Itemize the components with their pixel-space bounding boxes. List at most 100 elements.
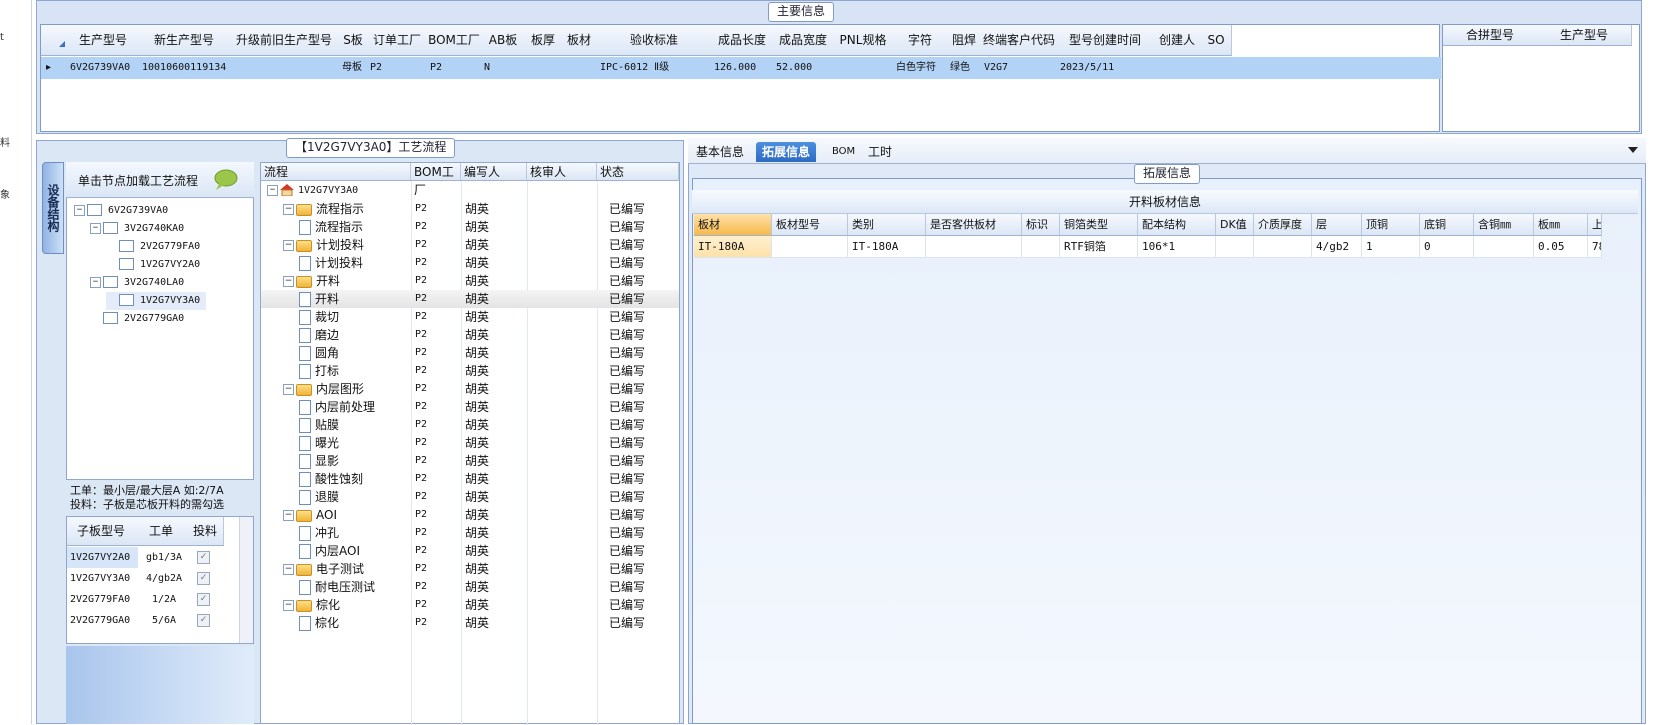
main-col-header[interactable]: 验收标准	[597, 25, 712, 56]
material-cell[interactable]: 0.05	[1534, 236, 1588, 258]
process-col-header[interactable]: BOM工厂	[411, 163, 461, 197]
tab-work-hours[interactable]: 工时	[862, 142, 898, 162]
process-col-header[interactable]: 流程	[261, 163, 411, 181]
sub-model-cell[interactable]: 2V2G779FA0	[67, 589, 138, 610]
main-col-header[interactable]: 创建人	[1153, 25, 1202, 56]
process-row[interactable]: 耐电压测试 P2 胡英 已编写	[261, 578, 679, 596]
process-row[interactable]: 圆角 P2 胡英 已编写	[261, 344, 679, 362]
process-name[interactable]: − 开料	[283, 272, 340, 290]
material-cell[interactable]: 0	[1420, 236, 1474, 258]
process-name[interactable]: 内层AOI	[299, 542, 360, 560]
collapse-icon[interactable]: −	[283, 276, 294, 287]
collapse-icon[interactable]: −	[267, 184, 278, 196]
main-cell[interactable]: P2	[427, 57, 484, 79]
process-name[interactable]: 退膜	[299, 488, 339, 506]
material-col-header[interactable]: 含铜㎜	[1474, 214, 1534, 236]
process-row[interactable]: − 内层图形 P2 胡英 已编写	[261, 380, 679, 398]
collapse-icon[interactable]: −	[74, 204, 85, 216]
material-col-header[interactable]: DK值	[1216, 214, 1254, 236]
material-cell[interactable]: 1	[1362, 236, 1420, 258]
main-col-header[interactable]: 终端客户代码	[981, 25, 1058, 56]
process-name[interactable]: 耐电压测试	[299, 578, 375, 596]
material-col-header[interactable]: 标识	[1022, 214, 1060, 236]
process-row[interactable]: 内层AOI P2 胡英 已编写	[261, 542, 679, 560]
dropdown-arrow-icon[interactable]	[1628, 147, 1638, 155]
sub-col-header[interactable]: 子板型号	[67, 517, 136, 546]
merge-col-header[interactable]: 合拼型号	[1443, 25, 1538, 46]
process-row[interactable]: 冲孔 P2 胡英 已编写	[261, 524, 679, 542]
feed-checkbox[interactable]: ✓	[197, 593, 210, 606]
process-name[interactable]: − 流程指示	[283, 200, 364, 218]
material-cell[interactable]: RTF铜箔	[1060, 236, 1138, 258]
merge-col-header[interactable]: 生产型号	[1537, 25, 1632, 46]
material-col-header[interactable]: 配本结构	[1138, 214, 1216, 236]
process-row[interactable]: − AOI P2 胡英 已编写	[261, 506, 679, 524]
grid-corner[interactable]	[41, 25, 68, 56]
process-row[interactable]: 退膜 P2 胡英 已编写	[261, 488, 679, 506]
collapse-icon[interactable]: −	[283, 384, 294, 395]
main-cell[interactable]: 10010600119134	[139, 57, 232, 79]
process-col-header[interactable]: 状态	[597, 163, 679, 181]
material-col-header[interactable]: 介质厚度	[1254, 214, 1312, 236]
process-name[interactable]: 开料	[299, 290, 339, 308]
vertical-tab-structure[interactable]: 设备结构	[42, 162, 64, 254]
main-cell[interactable]: N	[481, 57, 528, 79]
collapse-icon[interactable]: −	[283, 564, 294, 575]
material-cell[interactable]	[926, 236, 1022, 258]
collapse-icon[interactable]: −	[90, 276, 101, 288]
main-cell[interactable]: 母板	[339, 57, 370, 79]
process-name[interactable]: − 电子测试	[283, 560, 364, 578]
material-cell[interactable]: IT-180A	[848, 236, 926, 258]
material-cell[interactable]	[1022, 236, 1060, 258]
material-col-header[interactable]: 顶铜	[1362, 214, 1420, 236]
main-col-header[interactable]: 生产型号	[67, 25, 140, 56]
process-row[interactable]: 裁切 P2 胡英 已编写	[261, 308, 679, 326]
chat-bubble-icon[interactable]	[212, 168, 240, 192]
main-col-header[interactable]: S板	[339, 25, 368, 56]
process-name[interactable]: 显影	[299, 452, 339, 470]
main-col-header[interactable]: 阻焊	[947, 25, 982, 56]
tab-bom[interactable]: BOM	[826, 142, 861, 162]
process-row[interactable]: − 计划投料 P2 胡英 已编写	[261, 236, 679, 254]
process-row[interactable]: 流程指示 P2 胡英 已编写	[261, 218, 679, 236]
material-col-header[interactable]: 板材	[694, 214, 772, 236]
main-cell[interactable]: 126.000	[711, 57, 776, 79]
sub-col-header[interactable]: 工单	[135, 517, 188, 546]
material-col-header[interactable]: 底铜	[1420, 214, 1474, 236]
material-cell[interactable]: IT-180A	[694, 236, 772, 258]
process-name[interactable]: 裁切	[299, 308, 339, 326]
main-col-header[interactable]: 板厚	[525, 25, 562, 56]
process-name[interactable]: − 计划投料	[283, 236, 364, 254]
process-row[interactable]: 计划投料 P2 胡英 已编写	[261, 254, 679, 272]
material-col-header[interactable]: 是否客供板材	[926, 214, 1022, 236]
process-name[interactable]: 棕化	[299, 614, 339, 632]
process-row[interactable]: 内层前处理 P2 胡英 已编写	[261, 398, 679, 416]
process-name[interactable]: − 棕化	[283, 596, 340, 614]
material-cell[interactable]: 78	[1588, 236, 1602, 258]
main-col-header[interactable]: 订单工厂	[367, 25, 428, 56]
process-name[interactable]: 流程指示	[299, 218, 363, 236]
tree-node[interactable]: 1V2G7VY3A0	[106, 292, 207, 310]
feed-checkbox[interactable]: ✓	[197, 551, 210, 564]
collapse-icon[interactable]: −	[283, 240, 294, 251]
main-cell[interactable]: P2	[367, 57, 430, 79]
material-col-header[interactable]: 上	[1588, 214, 1602, 236]
process-row[interactable]: − 棕化 P2 胡英 已编写	[261, 596, 679, 614]
main-col-header[interactable]: AB板	[481, 25, 526, 56]
process-row[interactable]: 贴膜 P2 胡英 已编写	[261, 416, 679, 434]
process-root[interactable]: − 1V2G7VY3A0	[267, 181, 358, 200]
main-col-header[interactable]: BOM工厂	[427, 25, 482, 56]
main-cell[interactable]	[1201, 57, 1234, 79]
process-row[interactable]: 磨边 P2 胡英 已编写	[261, 326, 679, 344]
process-name[interactable]: 计划投料	[299, 254, 363, 272]
material-col-header[interactable]: 类别	[848, 214, 926, 236]
sub-order-cell[interactable]: 5/6A	[135, 610, 190, 631]
main-cell[interactable]: 绿色	[947, 57, 984, 79]
main-cell[interactable]: 白色字符	[893, 57, 950, 79]
main-col-header[interactable]: 升级前旧生产型号	[229, 25, 340, 56]
sub-model-cell[interactable]: 1V2G7VY3A0	[67, 568, 138, 589]
material-cell[interactable]	[772, 236, 848, 258]
material-cell[interactable]	[1216, 236, 1254, 258]
feed-checkbox[interactable]: ✓	[197, 572, 210, 585]
process-name[interactable]: 贴膜	[299, 416, 339, 434]
